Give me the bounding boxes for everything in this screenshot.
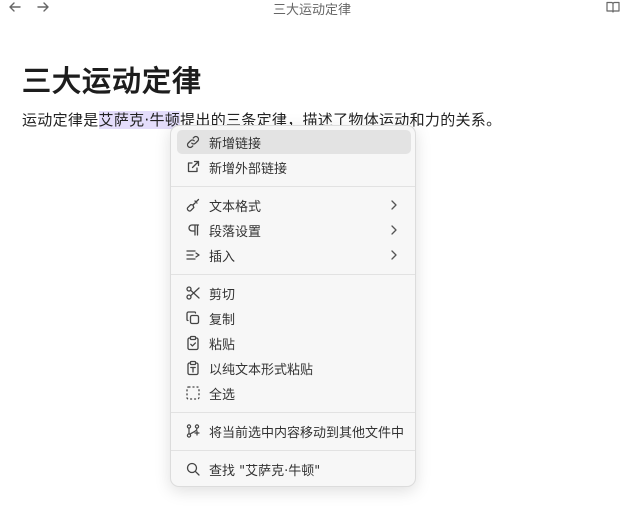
context-menu: 新增链接 新增外部链接 文本格式 段落设置 插入 剪切 复制 粘贴 以纯文本形式… [170,125,416,487]
menu-item-insert[interactable]: 插入 [177,243,411,267]
menu-item-find[interactable]: 查找 "艾萨克·牛顿" [177,457,411,481]
window-title: 三大运动定律 [272,3,351,18]
selected-text[interactable]: 艾萨克·牛顿 [98,111,181,129]
menu-divider [171,412,415,413]
scissors-icon [185,285,201,301]
clipboard-check-icon [185,335,201,351]
chevron-right-icon [387,198,401,212]
menu-item-text-format[interactable]: 文本格式 [177,193,411,217]
menu-item-copy[interactable]: 复制 [177,306,411,330]
menu-divider [171,186,415,187]
menu-item-add-link[interactable]: 新增链接 [177,130,411,154]
link-icon [185,134,201,150]
menu-item-paste[interactable]: 粘贴 [177,331,411,355]
pilcrow-icon [185,222,201,238]
chevron-right-icon [387,248,401,262]
paintbrush-icon [185,197,201,213]
insert-list-icon [185,247,201,263]
git-fork-icon [185,423,201,439]
search-icon [185,461,201,477]
menu-item-move-selection[interactable]: 将当前选中内容移动到其他文件中 [177,419,411,443]
external-link-icon [185,159,201,175]
paragraph-text: 运动定律是 [22,111,99,129]
page-title[interactable]: 三大运动定律 [22,58,202,100]
menu-item-paragraph-settings[interactable]: 段落设置 [177,218,411,242]
menu-item-cut[interactable]: 剪切 [177,281,411,305]
menu-item-paste-plain-text[interactable]: 以纯文本形式粘贴 [177,356,411,380]
menu-item-add-external-link[interactable]: 新增外部链接 [177,155,411,179]
clipboard-type-icon [185,360,201,376]
title-bar: 三大运动定律 [0,0,624,18]
menu-divider [171,450,415,451]
copy-icon [185,310,201,326]
menu-item-select-all[interactable]: 全选 [177,381,411,405]
chevron-right-icon [387,223,401,237]
book-open-icon[interactable] [604,0,622,16]
menu-divider [171,274,415,275]
select-all-icon [185,385,201,401]
